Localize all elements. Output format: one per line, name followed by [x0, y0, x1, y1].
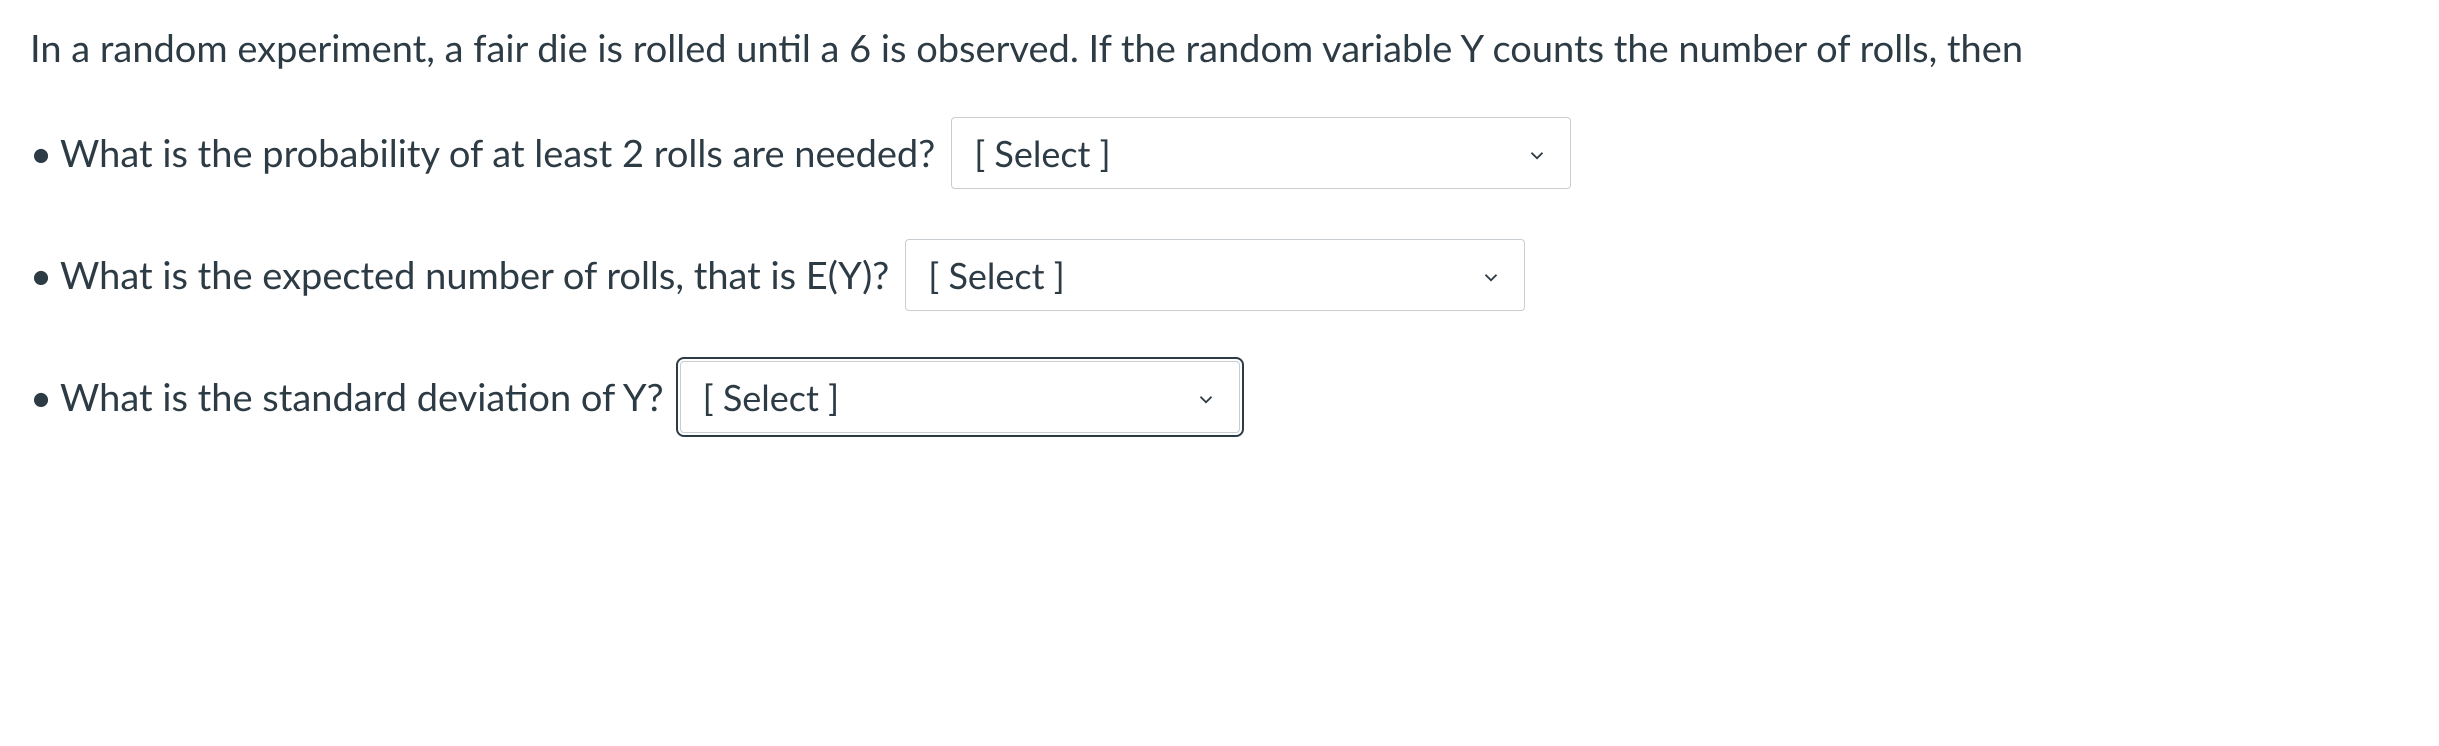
question-list: What is the probability of at least 2 ro…: [30, 117, 2409, 433]
question-item: What is the probability of at least 2 ro…: [60, 117, 2409, 189]
answer-select[interactable]: [ Select ]: [905, 239, 1525, 311]
chevron-down-icon: [1195, 369, 1217, 426]
chevron-down-icon: [1526, 125, 1548, 182]
question-item: What is the standard deviation of Y? [ S…: [60, 361, 2409, 433]
chevron-down-icon: [1480, 247, 1502, 304]
select-placeholder: [ Select ]: [974, 126, 1111, 180]
question-text: What is the standard deviation of Y?: [60, 369, 664, 426]
answer-select[interactable]: [ Select ]: [680, 361, 1240, 433]
question-item: What is the expected number of rolls, th…: [60, 239, 2409, 311]
question-text: What is the expected number of rolls, th…: [60, 247, 889, 304]
question-intro: In a random experiment, a fair die is ro…: [30, 20, 2409, 77]
question-text: What is the probability of at least 2 ro…: [60, 125, 935, 182]
select-placeholder: [ Select ]: [703, 370, 840, 424]
answer-select[interactable]: [ Select ]: [951, 117, 1571, 189]
select-placeholder: [ Select ]: [928, 248, 1065, 302]
